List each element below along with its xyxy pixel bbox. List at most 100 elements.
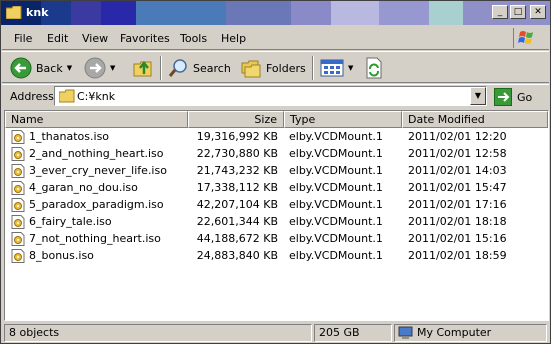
window-title: knk bbox=[26, 6, 49, 19]
disc-image-file-icon bbox=[11, 215, 25, 229]
file-modified: 2011/02/01 12:58 bbox=[408, 147, 507, 160]
windows-logo-icon bbox=[513, 28, 543, 48]
address-dropdown-button[interactable]: ▼ bbox=[470, 87, 486, 105]
folders-icon bbox=[241, 60, 261, 78]
file-row[interactable]: 1_thanatos.iso 19,316,992 KB elby.VCDMount… bbox=[5, 129, 548, 146]
file-modified: 2011/02/01 15:47 bbox=[408, 181, 507, 194]
disc-image-file-icon bbox=[11, 164, 25, 178]
go-label: Go bbox=[517, 90, 533, 104]
disc-image-file-icon bbox=[11, 198, 25, 212]
explorer-window: knk _ □ ✕ File Edit View Favorites Tools… bbox=[0, 0, 551, 344]
chevron-down-icon[interactable]: ▼ bbox=[348, 64, 353, 72]
sync-button[interactable] bbox=[364, 55, 384, 81]
file-row[interactable]: 4_garan_no_dou.iso 17,338,112 KB elby.VCDM… bbox=[5, 180, 548, 197]
search-label: Search bbox=[193, 61, 231, 75]
close-button[interactable]: ✕ bbox=[530, 5, 546, 19]
file-type: elby.VCDMount.1 bbox=[289, 198, 383, 211]
file-row[interactable]: 8_bonus.iso 24,883,840 KB elby.VCDMount.1 2… bbox=[5, 248, 548, 265]
file-size: 17,338,112 KB bbox=[196, 181, 278, 194]
file-size: 44,188,672 KB bbox=[196, 232, 278, 245]
file-row[interactable]: 3_ever_cry_never_life.iso 21,743,232 KB el… bbox=[5, 163, 548, 180]
column-header-modified[interactable]: Date Modified bbox=[402, 111, 548, 128]
folders-button[interactable]: Folders bbox=[240, 55, 306, 81]
file-name: 1_thanatos.iso bbox=[29, 130, 110, 143]
disc-image-file-icon bbox=[11, 130, 25, 144]
file-modified: 2011/02/01 17:16 bbox=[408, 198, 507, 211]
disc-image-file-icon bbox=[11, 249, 25, 263]
minimize-button[interactable]: _ bbox=[492, 5, 508, 19]
chevron-down-icon[interactable]: ▼ bbox=[67, 64, 72, 72]
file-name: 8_bonus.iso bbox=[29, 249, 94, 262]
title-bar[interactable]: knk _ □ ✕ bbox=[1, 1, 550, 25]
file-type: elby.VCDMount.1 bbox=[289, 130, 383, 143]
file-name: 2_and_nothing_heart.iso bbox=[29, 147, 164, 160]
file-size: 22,730,880 KB bbox=[196, 147, 278, 160]
views-icon bbox=[320, 59, 344, 77]
my-computer-icon bbox=[398, 326, 413, 339]
file-type: elby.VCDMount.1 bbox=[289, 249, 383, 262]
menu-edit[interactable]: Edit bbox=[47, 32, 68, 45]
file-modified: 2011/02/01 18:18 bbox=[408, 215, 507, 228]
list-header: Name Size Type Date Modified bbox=[5, 111, 548, 128]
search-icon bbox=[168, 59, 187, 77]
menu-tools[interactable]: Tools bbox=[180, 32, 207, 45]
status-location-label: My Computer bbox=[417, 326, 492, 339]
folders-label: Folders bbox=[266, 61, 306, 75]
folder-up-icon bbox=[133, 60, 152, 77]
disc-image-file-icon bbox=[11, 232, 25, 246]
disc-image-file-icon bbox=[11, 181, 25, 195]
file-size: 19,316,992 KB bbox=[196, 130, 278, 143]
menu-bar: File Edit View Favorites Tools Help bbox=[2, 26, 549, 50]
file-row[interactable]: 6_fairy_tale.iso 22,601,344 KB elby.VCDMou… bbox=[5, 214, 548, 231]
file-type: elby.VCDMount.1 bbox=[289, 181, 383, 194]
maximize-button[interactable]: □ bbox=[510, 5, 526, 19]
forward-button[interactable]: ▼ bbox=[84, 55, 115, 81]
menu-favorites[interactable]: Favorites bbox=[120, 32, 170, 45]
file-name: 7_not_nothing_heart.iso bbox=[29, 232, 161, 245]
file-name: 4_garan_no_dou.iso bbox=[29, 181, 138, 194]
column-header-type[interactable]: Type bbox=[284, 111, 402, 128]
file-list[interactable]: Name Size Type Date Modified 1_thanatos.… bbox=[4, 110, 549, 321]
file-type: elby.VCDMount.1 bbox=[289, 215, 383, 228]
go-button[interactable]: Go bbox=[494, 87, 532, 107]
status-location: My Computer bbox=[394, 324, 547, 342]
column-header-name[interactable]: Name bbox=[5, 111, 188, 128]
back-button[interactable]: Back ▼ bbox=[10, 55, 72, 81]
toolbar-separator bbox=[312, 56, 314, 80]
column-header-size[interactable]: Size bbox=[188, 111, 284, 128]
file-row[interactable]: 2_and_nothing_heart.iso 22,730,880 KB elby… bbox=[5, 146, 548, 163]
chevron-down-icon[interactable]: ▼ bbox=[110, 64, 115, 72]
go-arrow-icon bbox=[494, 88, 512, 106]
menu-view[interactable]: View bbox=[82, 32, 108, 45]
search-button[interactable]: Search bbox=[167, 55, 231, 81]
file-modified: 2011/02/01 18:59 bbox=[408, 249, 507, 262]
file-size: 22,601,344 KB bbox=[196, 215, 278, 228]
forward-arrow-icon bbox=[84, 57, 106, 79]
file-size: 24,883,840 KB bbox=[196, 249, 278, 262]
menu-help[interactable]: Help bbox=[221, 32, 246, 45]
toolbar: Back ▼ ▼ Search Folders ▼ bbox=[2, 51, 549, 83]
disc-image-file-icon bbox=[11, 147, 25, 161]
back-arrow-icon bbox=[10, 57, 32, 79]
file-row[interactable]: 5_paradox_paradigm.iso 42,207,104 KB elby.… bbox=[5, 197, 548, 214]
folder-icon bbox=[6, 6, 22, 19]
views-button[interactable]: ▼ bbox=[320, 55, 353, 81]
file-type: elby.VCDMount.1 bbox=[289, 164, 383, 177]
address-input[interactable]: C:¥knk ▼ bbox=[54, 86, 487, 106]
menu-file[interactable]: File bbox=[14, 32, 32, 45]
file-modified: 2011/02/01 12:20 bbox=[408, 130, 507, 143]
file-size: 21,743,232 KB bbox=[196, 164, 278, 177]
file-row[interactable]: 7_not_nothing_heart.iso 44,188,672 KB elby… bbox=[5, 231, 548, 248]
file-type: elby.VCDMount.1 bbox=[289, 232, 383, 245]
file-size: 42,207,104 KB bbox=[196, 198, 278, 211]
toolbar-separator bbox=[160, 56, 162, 80]
file-name: 5_paradox_paradigm.iso bbox=[29, 198, 164, 211]
back-label: Back bbox=[36, 61, 63, 75]
status-size: 205 GB bbox=[314, 324, 392, 342]
file-name: 3_ever_cry_never_life.iso bbox=[29, 164, 167, 177]
folder-icon bbox=[59, 89, 75, 103]
up-folder-button[interactable] bbox=[132, 55, 154, 81]
address-value: C:¥knk bbox=[77, 90, 116, 103]
status-object-count: 8 objects bbox=[4, 324, 312, 342]
address-bar: Address C:¥knk ▼ Go bbox=[2, 84, 549, 108]
